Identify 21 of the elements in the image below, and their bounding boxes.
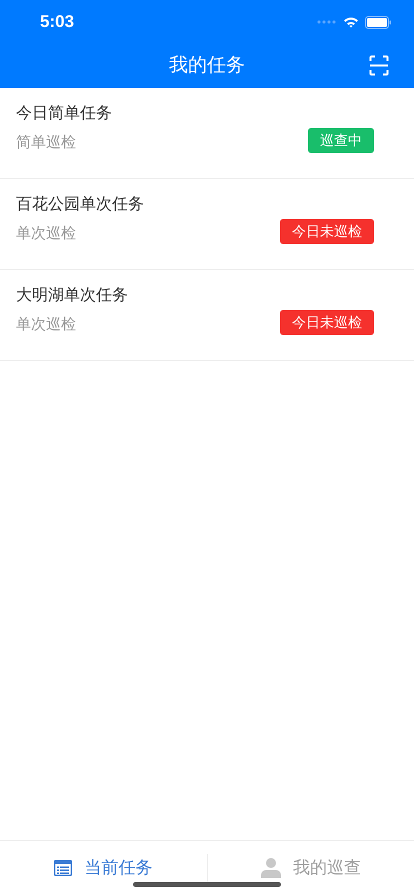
- person-icon: [260, 858, 281, 878]
- task-name: 今日简单任务: [16, 104, 112, 124]
- list-icon: [54, 860, 72, 876]
- status-badge: 今日未巡检: [280, 310, 374, 335]
- task-type: 单次巡检: [16, 224, 76, 244]
- task-row[interactable]: 大明湖单次任务 单次巡检 今日未巡检: [0, 270, 414, 361]
- status-time: 5:03: [40, 11, 74, 34]
- task-name: 百花公园单次任务: [16, 194, 144, 215]
- task-row[interactable]: 百花公园单次任务 单次巡检 今日未巡检: [0, 179, 414, 270]
- signal-icon: [317, 20, 337, 24]
- task-row[interactable]: 今日简单任务 简单巡检 巡查中: [0, 88, 414, 179]
- status-badge: 今日未巡检: [280, 219, 374, 244]
- battery-icon: [365, 16, 392, 28]
- tab-item[interactable]: 当前任务: [54, 854, 152, 882]
- scan-icon[interactable]: [369, 55, 389, 76]
- task-type: 单次巡检: [16, 315, 76, 335]
- wifi-icon: [343, 16, 359, 28]
- status-badge: 巡查中: [308, 128, 374, 153]
- task-type: 简单巡检: [16, 133, 76, 153]
- task-name: 大明湖单次任务: [16, 286, 128, 306]
- page-title: 我的任务: [169, 54, 245, 78]
